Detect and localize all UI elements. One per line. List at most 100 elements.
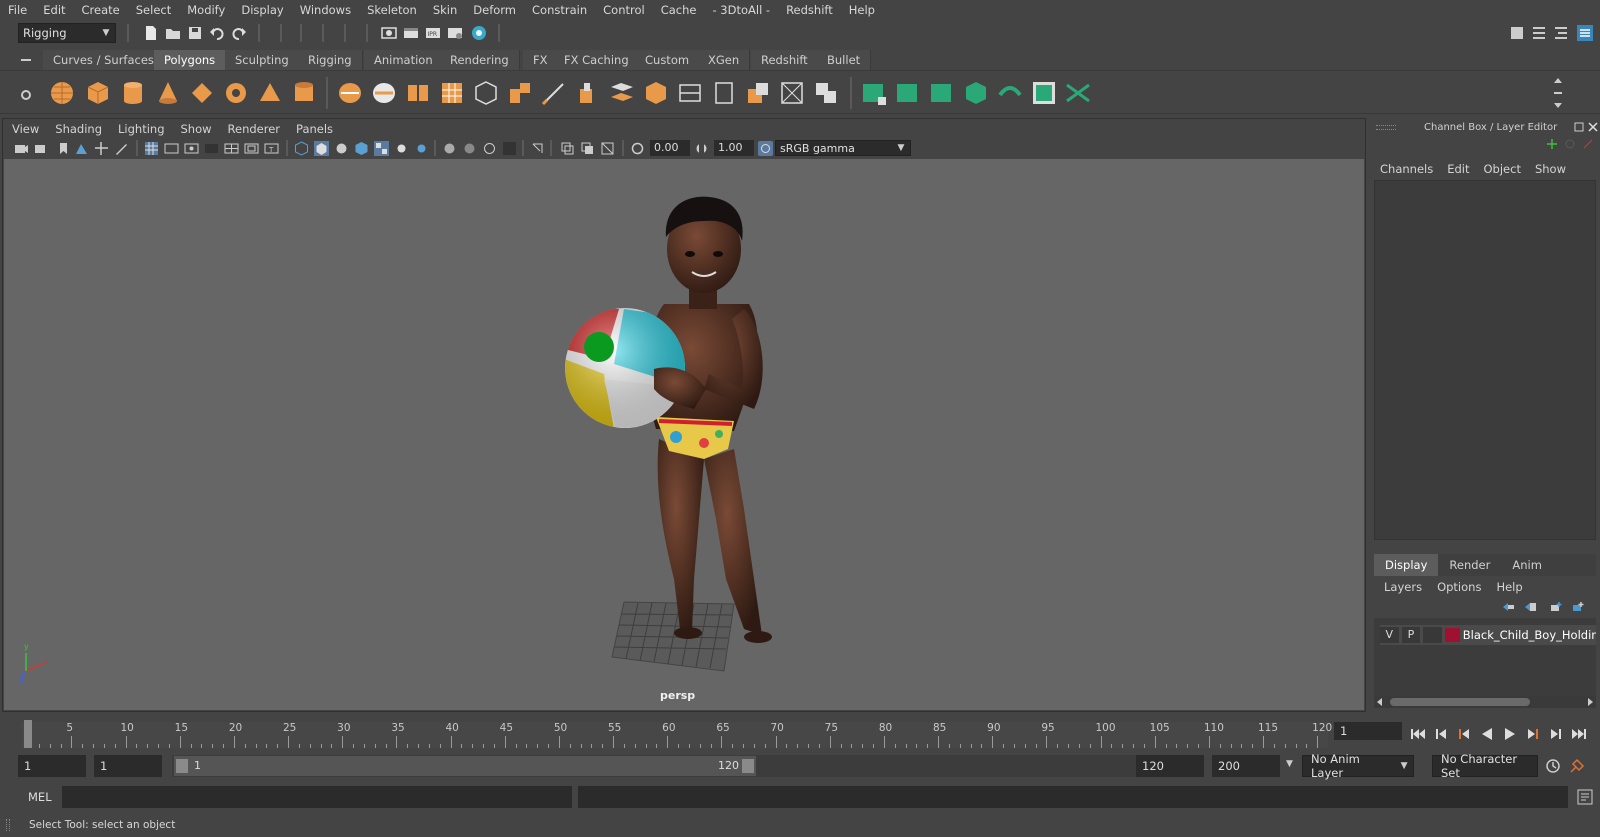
uv-automatic-icon[interactable] [962,79,990,107]
exposure-icon[interactable] [630,141,645,156]
uv-cut-icon[interactable] [1064,79,1092,107]
menu-modify[interactable]: Modify [179,0,233,20]
step-back-key-icon[interactable] [1455,726,1473,742]
reduce-icon[interactable] [472,79,500,107]
menu-help[interactable]: Help [841,0,883,20]
multi-cut-icon[interactable] [540,79,568,107]
gear-icon[interactable] [20,89,32,101]
playback-end-field[interactable]: 120 [1136,755,1204,777]
playback-start-field[interactable]: 1 [94,755,162,777]
menu-edit[interactable]: Edit [35,0,73,20]
grid-icon[interactable] [144,141,159,156]
menuset-dropdown[interactable]: Rigging ▼ [18,23,116,43]
shadows-icon[interactable] [414,141,429,156]
motion-blur-icon[interactable] [462,141,477,156]
channel-box-area[interactable] [1374,180,1596,540]
boolean-icon[interactable] [812,79,840,107]
current-frame-field[interactable]: 1 [1334,722,1402,740]
manipulator-icon[interactable] [1546,138,1558,150]
shelf-tab-custom[interactable]: Custom [635,50,701,70]
screen-space-ao-icon[interactable] [442,141,457,156]
viewport-menu-show[interactable]: Show [173,120,220,138]
layer-display-type-toggle[interactable] [1423,627,1442,643]
menu-file[interactable]: File [0,0,35,20]
layer-name[interactable]: Black_Child_Boy_Holding [1463,628,1596,642]
shelf-tab-fx-caching[interactable]: FX Caching [554,50,640,70]
anti-aliasing-icon[interactable] [482,141,497,156]
character-model[interactable] [647,196,772,643]
color-management-icon[interactable] [758,141,773,156]
poly-cone-icon[interactable] [154,79,182,107]
fill-hole-icon[interactable] [744,79,772,107]
gamma-field[interactable]: 1.00 [714,140,754,156]
go-to-end-icon[interactable] [1570,726,1588,742]
safe-action-icon[interactable] [244,141,259,156]
render-view-icon[interactable] [380,24,398,42]
channel-box-menu-edit[interactable]: Edit [1447,162,1469,176]
xray-joints-icon[interactable] [600,141,615,156]
safe-title-icon[interactable]: T [264,141,279,156]
menu-3dtoall[interactable]: - 3DtoAll - [704,0,778,20]
2d-pan-zoom-icon[interactable] [94,141,109,156]
menu-display[interactable]: Display [233,0,291,20]
channel-box-menu-channels[interactable]: Channels [1380,162,1433,176]
grease-pencil-icon[interactable] [114,141,129,156]
use-all-lights-icon[interactable] [394,141,409,156]
range-start-grip[interactable] [176,759,188,773]
undo-icon[interactable] [208,24,226,42]
scroll-right-icon[interactable] [1586,698,1594,706]
depth-of-field-icon[interactable] [502,141,517,156]
tool-settings-icon[interactable] [1552,24,1570,42]
textured-icon[interactable] [374,141,389,156]
insert-edge-loop-icon[interactable] [676,79,704,107]
menu-constrain[interactable]: Constrain [524,0,595,20]
color-space-dropdown[interactable]: sRGB gamma ▼ [775,140,911,156]
separate-icon[interactable] [370,79,398,107]
display-layer-row[interactable]: V P Black_Child_Boy_Holding [1380,625,1596,645]
viewport-menu-renderer[interactable]: Renderer [220,120,289,138]
speed-icon[interactable] [1564,138,1576,150]
exposure-field[interactable]: 0.00 [650,140,690,156]
script-editor-icon[interactable] [1576,788,1594,806]
close-icon[interactable] [1588,122,1598,132]
poly-cube-icon[interactable] [84,79,112,107]
shelf-scroll-icon[interactable] [1552,75,1564,111]
bookmark-icon[interactable] [56,141,71,156]
auto-key-icon[interactable] [1544,757,1562,775]
shelf-tab-polygons[interactable]: Polygons [154,50,227,70]
film-gate-icon[interactable] [164,141,179,156]
poly-plane-icon[interactable] [188,79,216,107]
layer-scrollbar[interactable] [1374,696,1596,708]
camera-icon[interactable] [14,141,29,156]
tab-render[interactable]: Render [1438,554,1501,576]
time-slider[interactable]: 1510152025303540455055606570758085909510… [0,714,1600,752]
layer-playback-toggle[interactable]: P [1401,627,1421,643]
range-slider-handle[interactable] [174,756,756,776]
uv-cylindrical-icon[interactable] [894,79,922,107]
target-weld-icon[interactable] [778,79,806,107]
poly-torus-icon[interactable] [222,79,250,107]
open-scene-icon[interactable] [164,24,182,42]
field-chart-icon[interactable] [224,141,239,156]
hypershade-icon[interactable] [470,24,488,42]
scrollbar-thumb[interactable] [1390,698,1530,706]
menu-select[interactable]: Select [128,0,179,20]
smooth-shade-icon[interactable] [314,141,329,156]
panel-drag-handle[interactable] [1376,125,1396,130]
shelf-tab-curves[interactable]: Curves / Surfaces [43,50,165,70]
shelf-tab-sculpting[interactable]: Sculpting [225,50,300,70]
render-settings-icon[interactable] [446,24,464,42]
range-slider[interactable]: 1 120 [172,755,1172,777]
default-material-icon[interactable] [334,141,349,156]
uv-planar-icon[interactable] [860,79,888,107]
move-layer-up-icon[interactable] [1501,601,1515,613]
step-forward-key-icon[interactable] [1524,726,1542,742]
character-set-dropdown[interactable]: No Character Set [1432,752,1538,780]
image-plane-icon[interactable] [74,141,89,156]
layer-menu-help[interactable]: Help [1496,580,1522,594]
viewport-menu-lighting[interactable]: Lighting [110,120,172,138]
play-forwards-icon[interactable] [1501,726,1519,742]
uv-unfold-icon[interactable] [996,79,1024,107]
move-layer-down-icon[interactable] [1523,601,1537,613]
append-polygon-icon[interactable] [710,79,738,107]
